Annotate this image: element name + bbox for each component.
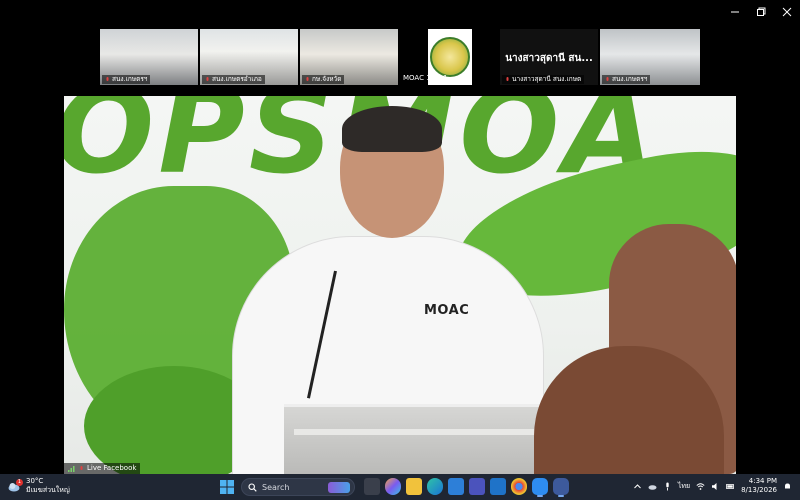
search-highlight-icon bbox=[328, 482, 350, 493]
participant-label: สนง.เกษตรฯ bbox=[102, 75, 151, 84]
app-icon[interactable] bbox=[553, 478, 569, 497]
mic-muted-icon bbox=[206, 76, 209, 81]
edge-icon[interactable] bbox=[427, 478, 443, 495]
weather-cloud-icon: 1 bbox=[8, 478, 23, 493]
outlook-icon[interactable] bbox=[490, 478, 506, 495]
weather-temp: 30°C bbox=[26, 477, 44, 485]
video-label: Live Facebook bbox=[64, 463, 141, 474]
windows-start-icon[interactable] bbox=[219, 479, 235, 495]
search-icon bbox=[248, 482, 257, 492]
copilot-icon[interactable] bbox=[385, 478, 401, 495]
system-tray: ไทย 4:34 PM 8/13/2026 bbox=[633, 477, 792, 495]
teams-icon[interactable] bbox=[469, 478, 485, 495]
notification-badge: 1 bbox=[16, 478, 23, 486]
store-icon[interactable] bbox=[448, 478, 464, 495]
participant-tile[interactable]: สนง.เกษตรอำเภอ bbox=[200, 29, 298, 85]
shirt-logo-text: MOAC bbox=[424, 303, 470, 318]
weather-desc: มีเมฆส่วนใหญ่ bbox=[26, 486, 70, 494]
restore-icon bbox=[757, 7, 766, 16]
cloud-icon[interactable] bbox=[648, 482, 657, 491]
participant-label: สนง.เกษตรอำเภอ bbox=[202, 75, 265, 84]
participant-strip: สนง.เกษตรฯ สนง.เกษตรอำเภอ กษ.จังหวัด MOA… bbox=[0, 29, 800, 85]
close-icon bbox=[782, 7, 792, 17]
chrome-icon[interactable] bbox=[511, 478, 527, 495]
mic-muted-icon bbox=[306, 76, 309, 81]
participant-tile[interactable]: กษ.จังหวัด bbox=[300, 29, 398, 85]
microphone-icon[interactable] bbox=[663, 482, 672, 491]
participant-label: นางสาวสุดานี สนง.เกษต bbox=[502, 75, 585, 84]
minimize-icon bbox=[731, 11, 739, 13]
zoom-icon[interactable] bbox=[532, 478, 548, 497]
close-button[interactable] bbox=[774, 0, 800, 24]
task-view-icon[interactable] bbox=[364, 478, 380, 495]
podium-rail bbox=[294, 429, 534, 435]
mic-muted-icon bbox=[606, 76, 609, 81]
pinned-apps bbox=[364, 478, 569, 497]
podium bbox=[284, 404, 544, 474]
weather-widget[interactable]: 1 30°C มีเมฆส่วนใหญ่ bbox=[8, 477, 70, 495]
taskbar: 1 30°C มีเมฆส่วนใหญ่ Search ไทย 4:34 PM … bbox=[0, 474, 800, 500]
participant-label: กษ.จังหวัด bbox=[302, 75, 345, 84]
participant-label: สนง.เกษตรฯ bbox=[602, 75, 651, 84]
clock-date: 8/13/2026 bbox=[741, 486, 777, 494]
participant-display-name: นางสาวสุดานี สน... bbox=[505, 53, 593, 64]
participant-tile[interactable]: นางสาวสุดานี สน... นางสาวสุดานี สนง.เกษต bbox=[500, 29, 598, 85]
notification-bell-icon[interactable] bbox=[783, 482, 792, 491]
speaker-hair bbox=[342, 106, 442, 152]
participant-tile[interactable]: สนง.เกษตรฯ bbox=[600, 29, 700, 85]
wifi-icon[interactable] bbox=[696, 482, 705, 491]
battery-icon[interactable] bbox=[726, 482, 735, 491]
moac-logo-icon bbox=[430, 37, 470, 77]
signal-bars-icon bbox=[68, 465, 75, 472]
clock-time: 4:34 PM bbox=[748, 477, 777, 485]
mic-muted-icon bbox=[106, 76, 109, 81]
mic-muted-icon bbox=[80, 465, 83, 470]
chevron-up-icon[interactable] bbox=[633, 482, 642, 491]
restore-button[interactable] bbox=[748, 0, 774, 24]
window-controls bbox=[722, 0, 800, 24]
main-speaker-video[interactable]: OPSMOA MOAC Live Facebook bbox=[64, 96, 736, 474]
mic-muted-icon bbox=[506, 76, 509, 81]
taskbar-search[interactable]: Search bbox=[241, 478, 355, 496]
volume-icon[interactable] bbox=[711, 482, 720, 491]
search-placeholder: Search bbox=[262, 482, 290, 492]
participant-label: MOAC 115_1 bbox=[403, 74, 448, 82]
clock[interactable]: 4:34 PM 8/13/2026 bbox=[741, 477, 777, 495]
participant-tile[interactable]: สนง.เกษตรฯ bbox=[100, 29, 198, 85]
file-explorer-icon[interactable] bbox=[406, 478, 422, 495]
weather-text: 30°C มีเมฆส่วนใหญ่ bbox=[26, 477, 70, 495]
language-indicator[interactable]: ไทย bbox=[678, 481, 690, 492]
minimize-button[interactable] bbox=[722, 0, 748, 24]
